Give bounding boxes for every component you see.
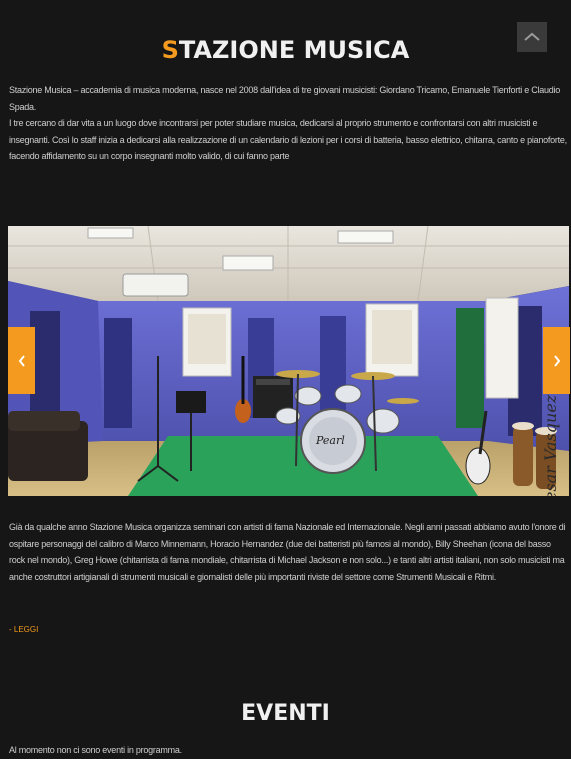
chevron-left-icon xyxy=(18,354,25,367)
chevron-right-icon xyxy=(553,354,560,367)
events-title: EVENTI xyxy=(241,701,330,726)
title-accent-letter: S xyxy=(161,36,179,64)
events-empty-text: Al momento non ci sono eventi in program… xyxy=(9,745,182,755)
slider-next-button[interactable] xyxy=(543,327,570,394)
seminar-text: Già da qualche anno Stazione Musica orga… xyxy=(9,522,566,582)
page-title: STAZIONE MUSICA xyxy=(0,36,571,64)
intro-line-1: Stazione Musica – accademia di musica mo… xyxy=(9,85,561,112)
rehearsal-room-photo: Pearl esar Vasquez xyxy=(8,226,569,496)
image-slider[interactable]: Pearl esar Vasquez xyxy=(8,226,570,496)
photo-signature: esar Vasquez xyxy=(541,394,560,496)
title-text: TAZIONE MUSICA xyxy=(178,36,410,64)
intro-line-2: I tre cercano di dar vita a un luogo dov… xyxy=(9,118,567,161)
drum-brand-logo: Pearl xyxy=(315,434,345,447)
slider-prev-button[interactable] xyxy=(8,327,35,394)
read-more-link[interactable]: - LEGGI xyxy=(9,625,38,634)
intro-text: Stazione Musica – accademia di musica mo… xyxy=(9,82,567,165)
